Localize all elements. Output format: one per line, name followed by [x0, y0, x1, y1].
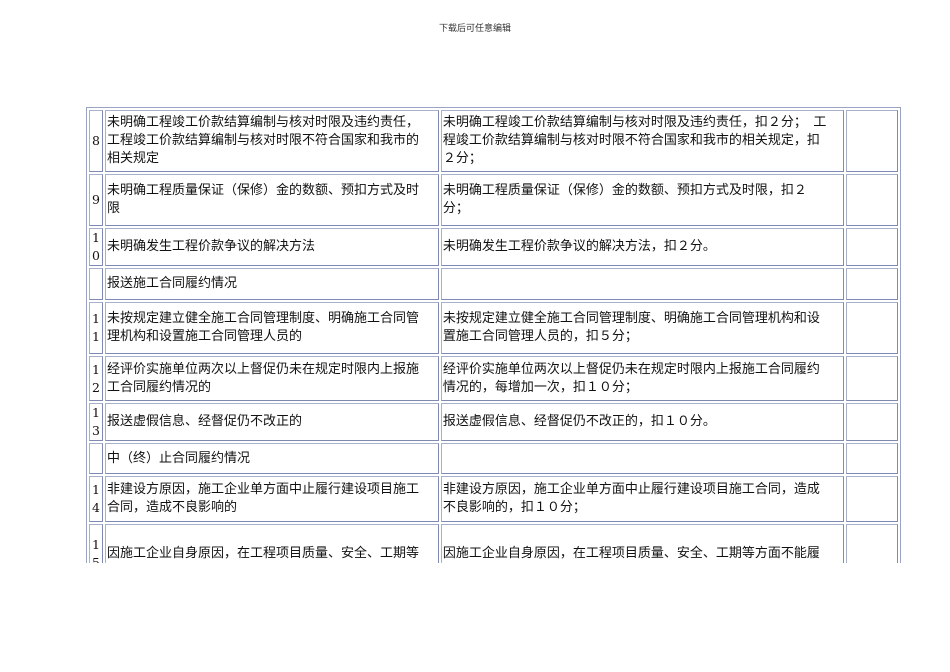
table-row: 13 报送虚假信息、经督促仍不改正的 报送虚假信息、经督促仍不改正的，扣１０分。: [89, 403, 898, 441]
deduction-rule: 未按规定建立健全施工合同管理制度、明确施工合同管理机构和设 置施工合同管理人员的…: [440, 302, 844, 354]
row-number: [89, 268, 104, 300]
table-row: 10 未明确发生工程价款争议的解决方法 未明确发生工程价款争议的解决方法，扣２分。: [89, 228, 898, 266]
item-description: 未明确发生工程价款争议的解决方法: [105, 228, 439, 266]
item-description: 非建设方原因，施工企业单方面中止履行建设项目施工 合同，造成不良影响的: [105, 476, 439, 522]
score-cell: [845, 356, 898, 401]
deduction-rule: 报送虚假信息、经督促仍不改正的，扣１０分。: [440, 403, 844, 441]
score-cell: [845, 110, 898, 172]
deduction-rule: 因施工企业自身原因，在工程项目质量、安全、工期等方面不能履: [440, 524, 844, 563]
item-description: 经评价实施单位两次以上督促仍未在规定时限内上报施 工合同履约情况的: [105, 356, 439, 401]
row-number: 8: [89, 110, 104, 172]
score-cell: [845, 403, 898, 441]
score-cell: [845, 302, 898, 354]
row-number: [89, 443, 104, 474]
score-cell: [845, 268, 898, 300]
table-row: 11 未按规定建立健全施工合同管理制度、明确施工合同管 理机构和设置施工合同管理人…: [89, 302, 898, 354]
item-description: 中（终）止合同履约情况: [105, 443, 439, 474]
row-number: 14: [89, 476, 104, 522]
item-description: 报送虚假信息、经督促仍不改正的: [105, 403, 439, 441]
score-cell: [845, 174, 898, 226]
deduction-rule: 未明确工程竣工价款结算编制与核对时限及违约责任，扣２分； 工 程竣工价款结算编制…: [440, 110, 844, 172]
deduction-rule: 未明确发生工程价款争议的解决方法，扣２分。: [440, 228, 844, 266]
table-row: 14 非建设方原因，施工企业单方面中止履行建设项目施工 合同，造成不良影响的 非建设…: [89, 476, 898, 522]
item-description: 因施工企业自身原因，在工程项目质量、安全、工期等: [105, 524, 439, 563]
row-number: 15: [89, 524, 104, 563]
score-cell: [845, 476, 898, 522]
item-description: 未明确工程竣工价款结算编制与核对时限及违约责任， 工程竣工价款结算编制与核对时限…: [105, 110, 439, 172]
row-number: 10: [89, 228, 104, 266]
deduction-rule: [440, 268, 844, 300]
deduction-rule: 未明确工程质量保证（保修）金的数额、预扣方式及时限，扣２ 分；: [440, 174, 844, 226]
row-number: 9: [89, 174, 104, 226]
score-cell: [845, 524, 898, 563]
section-header-row: 中（终）止合同履约情况: [89, 443, 898, 474]
item-description: 未按规定建立健全施工合同管理制度、明确施工合同管 理机构和设置施工合同管理人员的: [105, 302, 439, 354]
table-row: 8 未明确工程竣工价款结算编制与核对时限及违约责任， 工程竣工价款结算编制与核对时…: [89, 110, 898, 172]
table-row: 12 经评价实施单位两次以上督促仍未在规定时限内上报施 工合同履约情况的 经评价实施…: [89, 356, 898, 401]
score-cell: [845, 443, 898, 474]
page-header: 下载后可任意编辑: [438, 24, 511, 34]
deduction-rule: 非建设方原因，施工企业单方面中止履行建设项目施工合同，造成 不良影响的，扣１０分…: [440, 476, 844, 522]
row-number: 13: [89, 403, 104, 441]
deduction-rule: 经评价实施单位两次以上督促仍未在规定时限内上报施工合同履约 情况的，每增加一次，…: [440, 356, 844, 401]
row-number: 11: [89, 302, 104, 354]
scoring-table: 8 未明确工程竣工价款结算编制与核对时限及违约责任， 工程竣工价款结算编制与核对时…: [86, 107, 901, 563]
row-number: 12: [89, 356, 104, 401]
score-cell: [845, 228, 898, 266]
item-description: 报送施工合同履约情况: [105, 268, 439, 300]
table-row: 15 因施工企业自身原因，在工程项目质量、安全、工期等 因施工企业自身原因，在工程项…: [89, 524, 898, 563]
table-row: 9 未明确工程质量保证（保修）金的数额、预扣方式及时 限未明确工程质量保证（保修）…: [89, 174, 898, 226]
item-description: 未明确工程质量保证（保修）金的数额、预扣方式及时 限: [105, 174, 439, 226]
section-header-row: 报送施工合同履约情况: [89, 268, 898, 300]
deduction-rule: [440, 443, 844, 474]
